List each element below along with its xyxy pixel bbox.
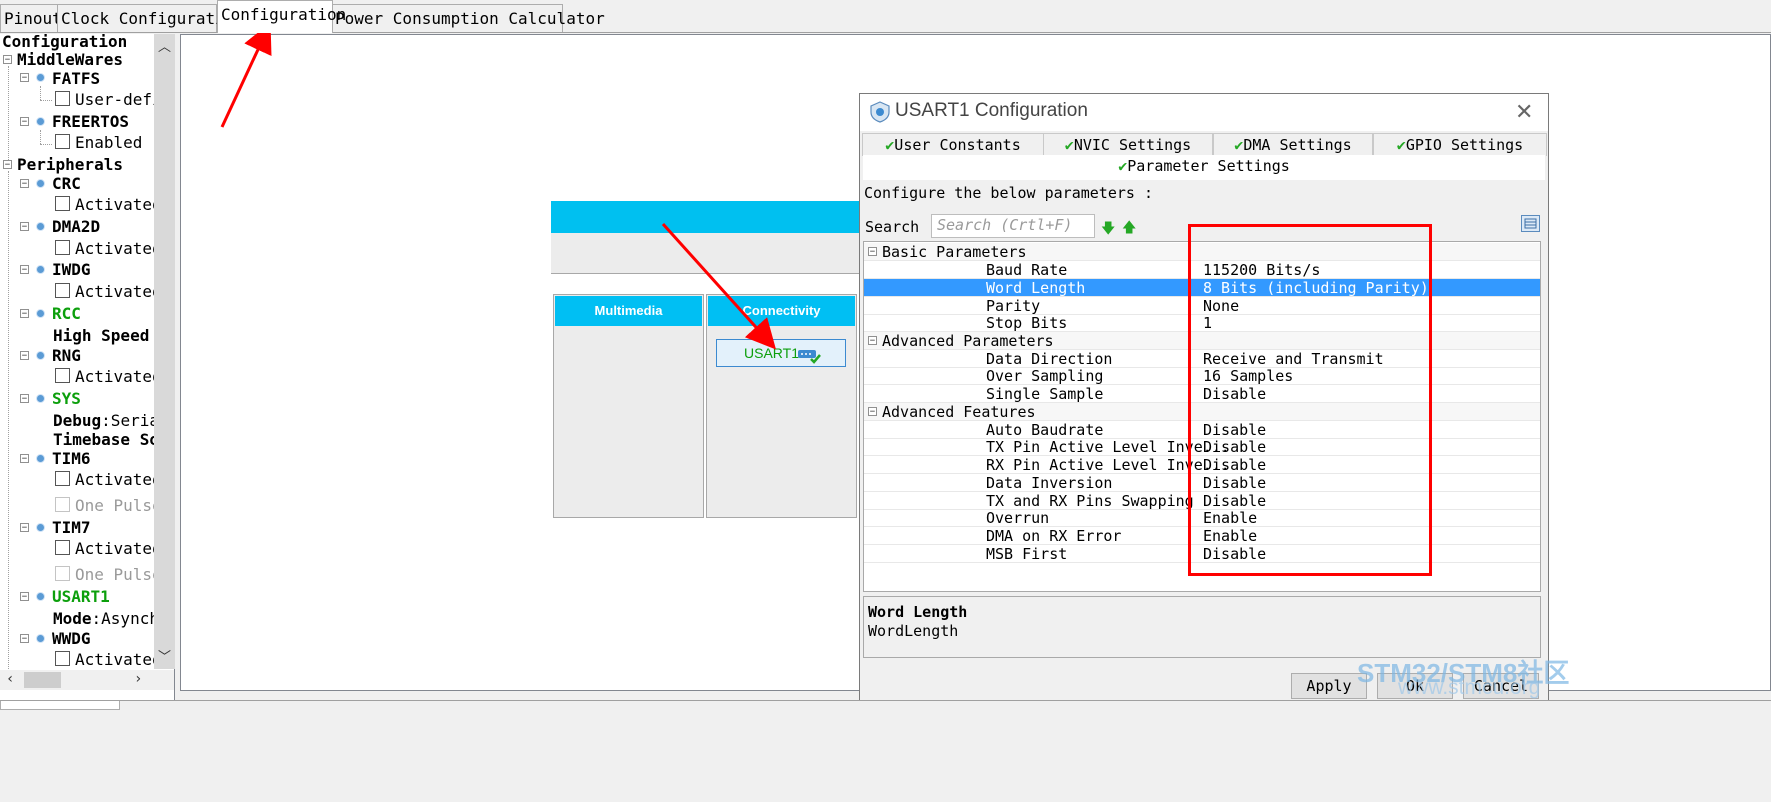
tab-configuration[interactable]: Configuration xyxy=(217,0,346,33)
arrow-to-usart1 xyxy=(661,222,777,350)
watermark-url: www.stmcu.org xyxy=(1398,676,1541,699)
arrow-to-configuration-tab xyxy=(220,22,272,128)
